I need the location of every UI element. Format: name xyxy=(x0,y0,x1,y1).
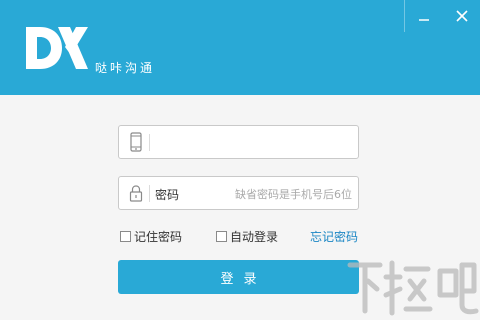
header-banner: 哒咔沟通 xyxy=(0,0,480,95)
minimize-icon xyxy=(419,19,429,21)
phone-input[interactable] xyxy=(153,127,353,157)
watermark-logo xyxy=(347,260,479,316)
minimize-button[interactable] xyxy=(405,0,443,32)
mobile-phone-icon xyxy=(130,132,142,152)
phone-field-divider xyxy=(149,134,150,151)
auto-login-box[interactable] xyxy=(216,231,227,242)
auto-login-checkbox[interactable]: 自动登录 xyxy=(216,228,278,245)
password-field[interactable]: 密码 缺省密码是手机号后6位 xyxy=(118,176,359,210)
remember-password-box[interactable] xyxy=(120,231,131,242)
password-field-divider xyxy=(149,185,150,202)
remember-password-label: 记住密码 xyxy=(134,230,183,244)
app-name: 哒咔沟通 xyxy=(95,61,156,75)
close-icon xyxy=(456,10,468,22)
forgot-password-link[interactable]: 忘记密码 xyxy=(310,228,358,245)
password-label: 密码 xyxy=(155,188,180,202)
phone-field[interactable] xyxy=(118,125,359,159)
password-hint: 缺省密码是手机号后6位 xyxy=(235,188,352,201)
close-button[interactable] xyxy=(443,0,480,32)
lock-icon xyxy=(129,185,143,202)
remember-password-checkbox[interactable]: 记住密码 xyxy=(120,228,182,245)
app-logo xyxy=(26,27,88,69)
auto-login-label: 自动登录 xyxy=(230,230,279,244)
login-window: 哒咔沟通 密码 缺省密码是手机号后6位 记住密码 自动登录 忘记密码 登录 xyxy=(0,0,480,320)
login-button[interactable]: 登录 xyxy=(118,260,359,294)
